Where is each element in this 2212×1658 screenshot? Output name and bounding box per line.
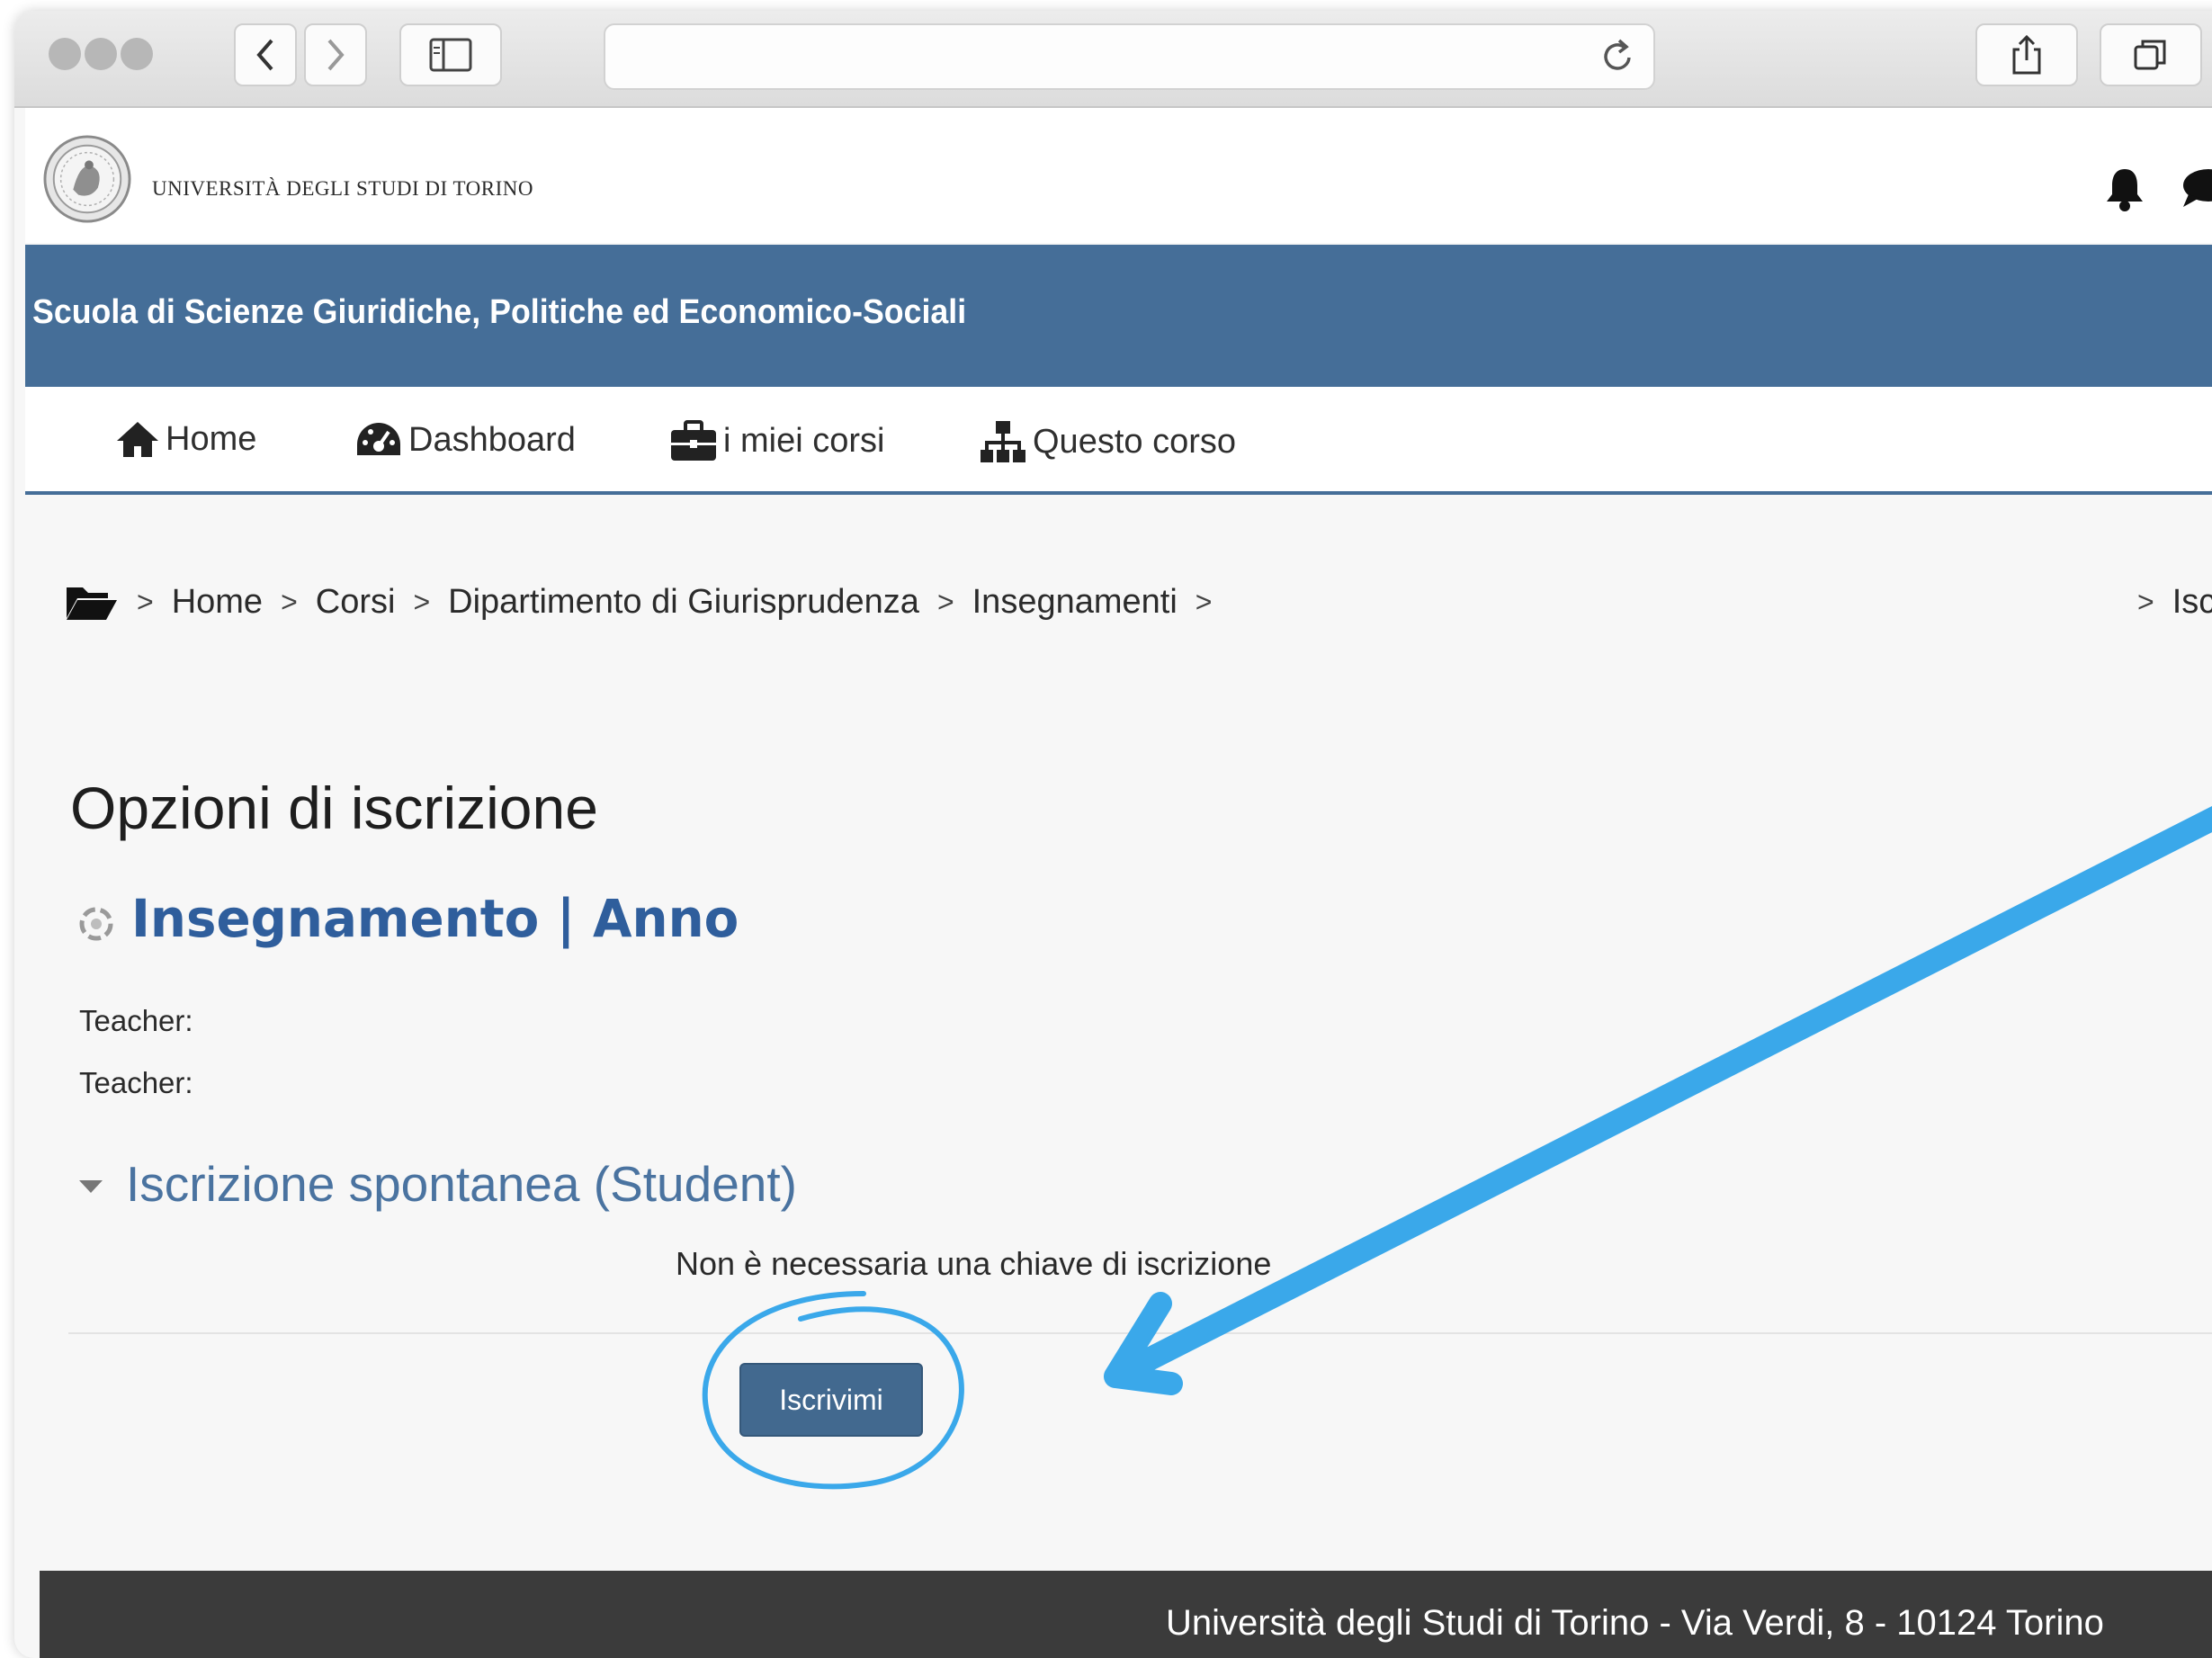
breadcrumb-separator: > xyxy=(137,585,154,618)
course-category-icon xyxy=(79,907,113,941)
sidebar-toggle-button[interactable] xyxy=(399,23,502,86)
teacher-label: Teacher: xyxy=(79,1004,193,1037)
nav-item-label: Dashboard xyxy=(408,420,576,459)
breadcrumb-item-corsi[interactable]: Corsi xyxy=(316,583,396,622)
back-icon xyxy=(256,39,273,71)
forward-button[interactable] xyxy=(304,23,367,86)
nav-item-my-courses[interactable]: i miei corsi xyxy=(669,419,884,462)
share-button[interactable] xyxy=(1975,23,2078,86)
breadcrumb-item-insegnamenti[interactable]: Insegnamenti xyxy=(972,583,1178,622)
breadcrumb-separator: > xyxy=(2137,585,2154,618)
zoom-window-button[interactable] xyxy=(121,38,153,70)
site-header: UNIVERSITÀ DEGLI STUDI DI TORINO xyxy=(25,108,2212,243)
course-title[interactable]: Insegnamento | Anno xyxy=(131,888,739,949)
browser-window: UNIVERSITÀ DEGLI STUDI DI TORINO Scuola … xyxy=(14,11,2212,1658)
page-title: Opzioni di iscrizione xyxy=(70,775,598,841)
university-name: UNIVERSITÀ DEGLI STUDI DI TORINO xyxy=(152,177,534,200)
reload-icon xyxy=(1604,39,1631,70)
dashboard-icon xyxy=(357,423,400,455)
breadcrumb-separator: > xyxy=(1195,585,1213,618)
breadcrumb-trailing: > Isc xyxy=(2137,579,2212,624)
messages-chat-icon[interactable] xyxy=(2180,167,2212,211)
tabs-button[interactable] xyxy=(2100,23,2202,86)
home-icon xyxy=(117,422,158,457)
site-footer: Università degli Studi di Torino - Via V… xyxy=(40,1571,2212,1658)
breadcrumb-item-department[interactable]: Dipartimento di Giurisprudenza xyxy=(448,583,919,622)
briefcase-icon xyxy=(671,420,716,461)
main-navigation: Home Dashboard i miei corsi Questo corso xyxy=(25,387,2212,495)
collapse-caret-icon[interactable] xyxy=(77,1179,104,1195)
divider xyxy=(68,1332,2212,1334)
enrolment-method-heading[interactable]: Iscrizione spontanea (Student) xyxy=(126,1155,797,1213)
tabs-icon xyxy=(2134,40,2166,70)
nav-item-this-course[interactable]: Questo corso xyxy=(979,419,1236,464)
address-bar[interactable] xyxy=(604,23,1655,90)
footer-address: Università degli Studi di Torino - Via V… xyxy=(1166,1603,2104,1643)
breadcrumb-separator: > xyxy=(281,585,298,618)
breadcrumb-separator: > xyxy=(413,585,431,618)
notifications-bell-icon[interactable] xyxy=(2103,166,2146,212)
nav-item-dashboard[interactable]: Dashboard xyxy=(354,419,576,461)
school-banner: Scuola di Scienze Giuridiche, Politiche … xyxy=(25,245,2212,387)
nav-item-home[interactable]: Home xyxy=(115,419,256,459)
browser-toolbar xyxy=(14,11,2212,108)
teacher-label: Teacher: xyxy=(79,1066,193,1099)
minimize-window-button[interactable] xyxy=(85,38,117,70)
breadcrumb-separator: > xyxy=(936,585,954,618)
back-button[interactable] xyxy=(234,23,297,86)
folder-open-icon xyxy=(67,587,117,620)
nav-item-label: Home xyxy=(166,419,257,458)
university-seal-logo[interactable] xyxy=(43,135,131,223)
close-window-button[interactable] xyxy=(49,38,81,70)
breadcrumb-item-home[interactable]: Home xyxy=(172,583,263,622)
nav-item-label: Questo corso xyxy=(1033,422,1236,461)
nav-item-label: i miei corsi xyxy=(723,421,885,460)
enrol-me-button[interactable]: Iscrivimi xyxy=(739,1363,923,1437)
school-name: Scuola di Scienze Giuridiche, Politiche … xyxy=(32,293,967,331)
sidebar-icon xyxy=(429,38,472,72)
breadcrumb-item-current[interactable]: Isc xyxy=(2172,583,2212,622)
share-icon xyxy=(2012,34,2041,75)
enrolment-key-notice: Non è necessaria una chiave di iscrizion… xyxy=(676,1245,1272,1282)
forward-icon xyxy=(327,39,345,71)
breadcrumb: > Home > Corsi > Dipartimento di Giurisp… xyxy=(65,579,1230,624)
sitemap-icon xyxy=(981,421,1025,462)
